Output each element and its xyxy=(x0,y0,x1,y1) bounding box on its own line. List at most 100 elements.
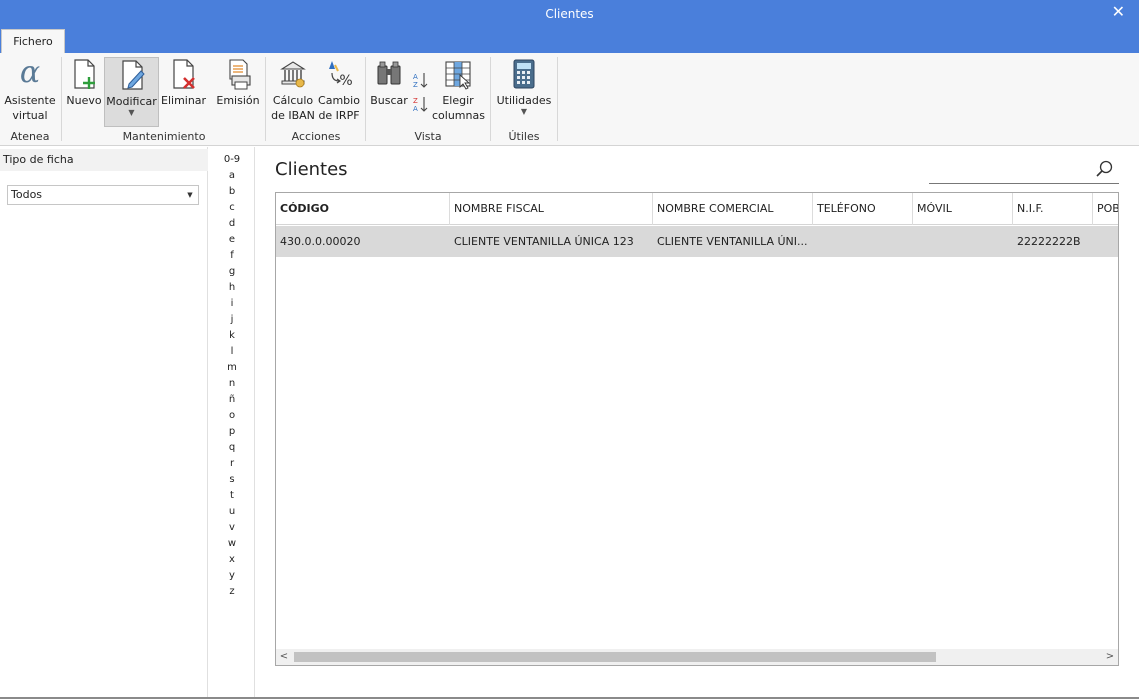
delete-document-icon xyxy=(173,59,195,89)
alphabet-filter-item[interactable]: a xyxy=(209,170,255,182)
search-input[interactable] xyxy=(929,183,1119,184)
edit-document-icon xyxy=(121,60,145,90)
svg-text:A: A xyxy=(413,105,418,113)
asistente-label-2: virtual xyxy=(12,109,48,122)
sort-ascending-icon[interactable]: A Z xyxy=(412,71,430,89)
cambio-irpf-label-1: Cambio xyxy=(318,94,360,107)
column-header-movil[interactable]: MÓVIL xyxy=(913,193,1013,225)
alphabet-filter-item[interactable]: ñ xyxy=(209,394,255,406)
chevron-down-icon[interactable]: ▼ xyxy=(182,186,198,204)
scrollbar-thumb[interactable] xyxy=(294,652,936,662)
alphabet-filter-item[interactable]: o xyxy=(209,410,255,422)
nuevo-button[interactable]: Nuevo xyxy=(66,57,102,108)
ribbon-separator xyxy=(265,57,266,141)
group-label-atenea: Atenea xyxy=(10,130,50,143)
column-header-nombre-comercial[interactable]: NOMBRE COMERCIAL xyxy=(653,193,813,225)
main-content: Clientes CÓDIGO NOMBRE FISCAL NOMBRE COM… xyxy=(256,147,1139,699)
ribbon-separator xyxy=(557,57,558,141)
column-header-poblacion[interactable]: POB xyxy=(1093,193,1118,225)
svg-text:Z: Z xyxy=(413,81,418,89)
alphabet-filter-item[interactable]: s xyxy=(209,474,255,486)
alphabet-filter-item[interactable]: e xyxy=(209,234,255,246)
column-header-codigo[interactable]: CÓDIGO xyxy=(276,193,450,225)
new-document-icon xyxy=(74,59,95,89)
modificar-button[interactable]: Modificar ▼ xyxy=(104,57,159,127)
alphabet-filter-item[interactable]: z xyxy=(209,586,255,598)
eliminar-button[interactable]: Eliminar xyxy=(161,57,206,108)
chevron-down-icon: ▼ xyxy=(128,108,135,117)
elegir-columnas-button[interactable]: Elegir columnas xyxy=(432,57,485,123)
asistente-label-1: Asistente xyxy=(4,94,56,107)
alphabet-filter-item[interactable]: d xyxy=(209,218,255,230)
cell-nombre-fiscal: CLIENTE VENTANILLA ÚNICA 123 xyxy=(454,235,634,248)
alphabet-filter-item[interactable]: g xyxy=(209,266,255,278)
alphabet-filter-item[interactable]: m xyxy=(209,362,255,374)
clients-table: CÓDIGO NOMBRE FISCAL NOMBRE COMERCIAL TE… xyxy=(275,192,1119,666)
buscar-label: Buscar xyxy=(370,94,408,107)
column-header-nif[interactable]: N.I.F. xyxy=(1013,193,1093,225)
alphabet-filter-item[interactable]: t xyxy=(209,490,255,502)
calculator-icon xyxy=(513,59,535,89)
scroll-left-icon[interactable]: < xyxy=(276,649,292,665)
tab-strip: Fichero xyxy=(0,29,1139,53)
horizontal-scrollbar[interactable]: < > xyxy=(276,649,1118,665)
nuevo-label: Nuevo xyxy=(66,94,102,107)
tab-fichero[interactable]: Fichero xyxy=(1,29,65,53)
column-header-telefono[interactable]: TELÉFONO xyxy=(813,193,913,225)
alphabet-filter-item[interactable]: f xyxy=(209,250,255,262)
ribbon: α Asistente virtual Atenea Nuevo Modific… xyxy=(0,53,1139,146)
alphabet-filter-item[interactable]: q xyxy=(209,442,255,454)
alphabet-filter-item[interactable]: x xyxy=(209,554,255,566)
sort-descending-icon[interactable]: Z A xyxy=(412,95,430,113)
alphabet-filter-item[interactable]: l xyxy=(209,346,255,358)
svg-text:Z: Z xyxy=(413,97,418,105)
group-label-utiles: Útiles xyxy=(508,130,540,143)
calculo-iban-label-2: de IBAN xyxy=(271,109,315,122)
percent-change-icon: % xyxy=(329,61,353,89)
search-icon[interactable] xyxy=(1095,159,1115,179)
modificar-label: Modificar xyxy=(106,95,157,108)
emision-button[interactable]: Emisión xyxy=(216,57,260,108)
alphabet-filter-item[interactable]: h xyxy=(209,282,255,294)
alphabet-filter-item[interactable]: b xyxy=(209,186,255,198)
calculo-iban-label-1: Cálculo xyxy=(272,94,314,107)
group-label-acciones: Acciones xyxy=(291,130,341,143)
cambio-irpf-button[interactable]: % Cambio de IRPF xyxy=(317,57,361,123)
columns-icon xyxy=(445,61,471,90)
alphabet-filter-item[interactable]: p xyxy=(209,426,255,438)
cell-poblacion xyxy=(1093,226,1118,257)
tipo-de-ficha-select[interactable]: Todos ▼ xyxy=(7,185,199,205)
buscar-button[interactable]: Buscar xyxy=(370,57,408,108)
left-panel: Tipo de ficha Todos ▼ xyxy=(0,147,208,699)
alphabet-filter-item[interactable]: 0-9 xyxy=(209,154,255,166)
group-label-vista: Vista xyxy=(414,130,442,143)
table-row[interactable]: 430.0.0.00020 CLIENTE VENTANILLA ÚNICA 1… xyxy=(276,226,1118,257)
utilidades-button[interactable]: Utilidades ▼ xyxy=(496,57,552,116)
alphabet-filter-item[interactable]: r xyxy=(209,458,255,470)
utilidades-label: Utilidades xyxy=(496,94,552,107)
window-title: Clientes xyxy=(545,7,594,21)
alphabet-filter-item[interactable]: c xyxy=(209,202,255,214)
alphabet-filter-item[interactable]: k xyxy=(209,330,255,342)
svg-text:%: % xyxy=(339,73,352,89)
alphabet-filter-item[interactable]: u xyxy=(209,506,255,518)
column-header-nombre-fiscal[interactable]: NOMBRE FISCAL xyxy=(450,193,653,225)
calculo-iban-button[interactable]: Cálculo de IBAN xyxy=(270,57,316,123)
alphabet-filter-item[interactable]: v xyxy=(209,522,255,534)
table-header: CÓDIGO NOMBRE FISCAL NOMBRE COMERCIAL TE… xyxy=(276,193,1118,225)
cell-nif: 22222222B xyxy=(1017,235,1081,248)
scroll-right-icon[interactable]: > xyxy=(1102,649,1118,665)
close-icon[interactable]: ✕ xyxy=(1112,0,1125,24)
bank-icon xyxy=(280,61,306,88)
asistente-virtual-button[interactable]: α Asistente virtual xyxy=(4,57,56,123)
cell-nombre-comercial: CLIENTE VENTANILLA ÚNI... xyxy=(657,235,808,248)
emision-label: Emisión xyxy=(216,94,260,107)
alphabet-filter-item[interactable]: y xyxy=(209,570,255,582)
alphabet-filter-item[interactable]: j xyxy=(209,314,255,326)
alphabet-filter-item[interactable]: n xyxy=(209,378,255,390)
chevron-down-icon: ▼ xyxy=(520,107,528,116)
ribbon-separator xyxy=(61,57,62,141)
alphabet-filter-item[interactable]: i xyxy=(209,298,255,310)
alphabet-filter-item[interactable]: w xyxy=(209,538,255,550)
page-title: Clientes xyxy=(275,159,348,180)
